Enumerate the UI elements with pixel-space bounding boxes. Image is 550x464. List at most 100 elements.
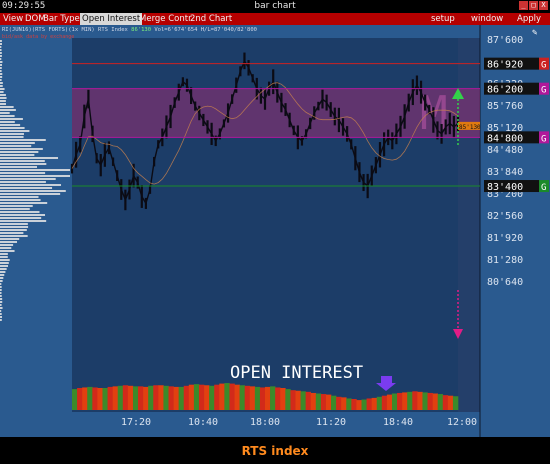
volume-profile-bar xyxy=(0,196,39,198)
volume-profile-bar xyxy=(0,112,10,114)
oi-bar xyxy=(437,394,444,410)
volume-profile-bar xyxy=(0,301,3,303)
oi-bar xyxy=(122,385,129,410)
oi-bar xyxy=(77,388,83,410)
volume-profile-bar xyxy=(0,151,39,153)
volume-profile-bar xyxy=(0,268,7,270)
oi-bar xyxy=(97,388,103,410)
oi-bar xyxy=(331,395,337,410)
level-marker-letter: G xyxy=(541,134,546,144)
volume-profile-bar xyxy=(0,256,8,258)
volume-profile-bar xyxy=(0,247,12,249)
volume-profile-bar xyxy=(0,232,24,234)
menu-apply[interactable]: Apply xyxy=(515,13,543,25)
close-button[interactable]: X xyxy=(539,1,548,10)
chart-header: RI(JUN16)(RTS FORTS)(1x MIN) RTS Index 8… xyxy=(2,27,257,33)
y-tick-label: 83'840 xyxy=(487,167,523,178)
volume-profile-bar xyxy=(0,118,23,120)
oi-bar xyxy=(178,386,185,410)
volume-profile-bar xyxy=(0,121,15,123)
level-marker-letter: G xyxy=(541,183,546,193)
oi-bar xyxy=(204,385,210,410)
oi-bar xyxy=(351,399,357,410)
oi-bar xyxy=(371,397,378,410)
menu-open-interest[interactable]: Open Interest xyxy=(80,13,143,25)
volume-profile-bar xyxy=(0,178,56,180)
volume-profile-bar xyxy=(0,193,61,195)
oi-bar xyxy=(310,392,317,410)
menu-bar-type[interactable]: Bar Type xyxy=(41,13,82,25)
maximize-button[interactable]: □ xyxy=(529,1,538,10)
volume-profile-bar xyxy=(0,262,9,264)
oi-bar xyxy=(188,384,195,410)
price-chart[interactable]: M OPEN INTEREST 87'60086'96086'32085'760… xyxy=(0,25,550,437)
x-tick-label: 11:20 xyxy=(316,417,346,428)
menu-view[interactable]: View xyxy=(1,13,25,25)
y-tick-label: 84'480 xyxy=(487,145,523,156)
volume-profile-bar xyxy=(0,223,28,225)
volume-profile-bar xyxy=(0,235,28,237)
x-tick-label: 17:20 xyxy=(121,417,151,428)
volume-profile-bar xyxy=(0,157,59,159)
oi-bar xyxy=(87,386,93,410)
volume-profile-bar xyxy=(0,169,70,171)
volume-profile-bar xyxy=(0,148,43,150)
volume-profile-bar xyxy=(0,145,32,147)
oi-bar xyxy=(280,388,286,410)
value-area-band xyxy=(72,88,480,138)
volume-profile-bar xyxy=(0,202,48,204)
volume-profile-bar xyxy=(0,220,47,222)
last-price: 86'130 xyxy=(131,27,152,33)
oi-bar xyxy=(447,395,454,410)
menu-merge-contr[interactable]: Merge Contr xyxy=(137,13,194,25)
price-level-label: 84'800 xyxy=(487,133,523,144)
y-tick-label: 81'920 xyxy=(487,233,523,244)
minimize-button[interactable]: _ xyxy=(519,1,528,10)
oi-bar xyxy=(417,391,423,410)
volume-profile-bar xyxy=(0,265,9,267)
oi-bar xyxy=(270,386,276,410)
menu-setup[interactable]: setup xyxy=(429,13,457,25)
oi-bar xyxy=(300,391,306,410)
chart-stats: Vol=6'674'654 H/L=87'040/82'800 xyxy=(154,27,257,33)
oi-bar xyxy=(112,386,119,410)
oi-bar xyxy=(183,385,190,410)
volume-profile-bar xyxy=(0,292,2,294)
volume-profile-bar xyxy=(0,61,3,63)
oi-bar xyxy=(117,385,124,410)
volume-profile-bar xyxy=(0,115,15,117)
volume-profile-bar xyxy=(0,304,2,306)
volume-profile-bar xyxy=(0,139,46,141)
menu-window[interactable]: window xyxy=(469,13,505,25)
oi-bar xyxy=(305,391,312,410)
y-tick-label: 85'760 xyxy=(487,101,523,112)
volume-profile-bar xyxy=(0,316,3,318)
volume-profile-bar xyxy=(0,190,66,192)
oi-bar xyxy=(361,399,367,410)
pencil-icon[interactable]: ✎ xyxy=(532,28,542,38)
oi-bar xyxy=(386,394,393,410)
volume-profile-bar xyxy=(0,229,27,231)
volume-profile-bar xyxy=(0,133,24,135)
volume-profile-bar xyxy=(0,88,5,90)
volume-profile-bar xyxy=(0,274,5,276)
menu-2nd-chart[interactable]: 2nd Chart xyxy=(188,13,234,25)
oi-bar xyxy=(239,385,245,410)
chart-area[interactable]: M OPEN INTEREST 87'60086'96086'32085'760… xyxy=(0,25,550,437)
volume-profile-bar xyxy=(0,40,2,42)
window-controls: _ □ X xyxy=(519,1,548,10)
price-level-label: 86'200 xyxy=(487,85,523,96)
volume-profile-bar xyxy=(0,76,3,78)
symbol-info: RI(JUN16)(RTS FORTS)(1x MIN) RTS Index xyxy=(2,27,128,33)
oi-bar xyxy=(209,385,215,410)
oi-bar xyxy=(265,386,271,410)
volume-profile-bar xyxy=(0,319,2,321)
volume-profile-bar xyxy=(0,310,2,312)
y-tick-label: 80'640 xyxy=(487,277,523,288)
y-tick-label: 87'600 xyxy=(487,35,523,46)
oi-bar xyxy=(407,391,413,410)
oi-bar xyxy=(193,384,200,410)
oi-bar xyxy=(214,384,220,410)
volume-profile-bar xyxy=(0,253,8,255)
oi-bar xyxy=(82,387,88,410)
